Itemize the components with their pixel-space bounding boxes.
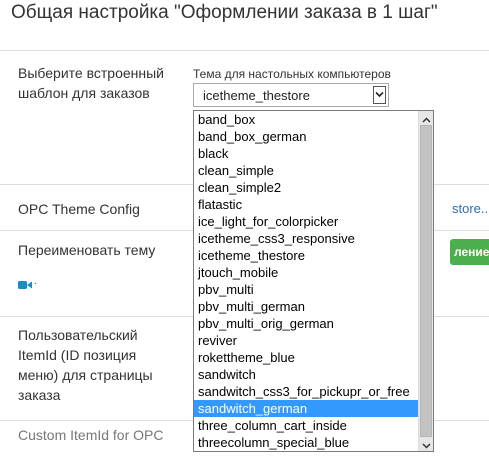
custom-itemid-opc-label: Custom ItemId for OPC	[18, 427, 164, 443]
dropdown-option[interactable]: pbv_multi	[194, 281, 419, 298]
dropdown-option[interactable]: flatastic	[194, 196, 419, 213]
rename-theme-label: Переименовать тему	[18, 242, 156, 258]
dropdown-option[interactable]: sandwitch	[194, 366, 419, 383]
dropdown-option[interactable]: pbv_multi_german	[194, 298, 419, 315]
dropdown-option[interactable]: reviver	[194, 332, 419, 349]
template-label: Выберите встроенный шаблон для заказов	[18, 63, 164, 103]
dropdown-option[interactable]: icetheme_css3_responsive	[194, 230, 419, 247]
theme-options: band_box band_box_german black clean_simple…	[194, 111, 419, 451]
dropdown-option[interactable]: clean_simple2	[194, 179, 419, 196]
page-title: Общая настройка "Оформлении заказа в 1 ш…	[11, 2, 438, 23]
custom-itemid-label-line1: Пользовательский	[18, 327, 138, 343]
custom-itemid-label-line4: заказа	[18, 387, 61, 403]
theme-select-value: icetheme_thestore	[203, 88, 310, 103]
custom-itemid-label: Пользовательский ItemId (ID позиция меню…	[18, 325, 153, 405]
dropdown-option[interactable]: threecolumn_special_blue	[194, 434, 419, 451]
dropdown-option[interactable]: rokettheme_blue	[194, 349, 419, 366]
scroll-down-icon[interactable]	[421, 438, 432, 449]
template-label-line1: Выберите встроенный	[18, 65, 164, 81]
video-caption-dot: .	[34, 276, 37, 287]
dropdown-option[interactable]: ice_light_for_colorpicker	[194, 213, 419, 230]
dropdown-option[interactable]: band_box	[194, 111, 419, 128]
rename-button[interactable]: лением	[450, 239, 489, 265]
theme-select-label: Тема для настольных компьютеров	[193, 67, 391, 81]
video-camera-icon[interactable]	[18, 277, 32, 289]
dropdown-option[interactable]: sandwitch_css3_for_pickupr_or_free	[194, 383, 419, 400]
custom-itemid-label-line3: меню) для страницы	[18, 367, 153, 383]
chevron-down-icon[interactable]	[373, 86, 386, 104]
custom-itemid-label-line2: ItemId (ID позиция	[18, 347, 137, 363]
dropdown-option[interactable]: jtouch_mobile	[194, 264, 419, 281]
template-label-line2: шаблон для заказов	[18, 85, 150, 101]
theme-select[interactable]: icetheme_thestore	[193, 83, 389, 107]
dropdown-scrollbar[interactable]	[418, 111, 433, 451]
opc-theme-config-label: OPC Theme Config	[18, 201, 140, 217]
dropdown-option[interactable]: pbv_multi_orig_german	[194, 315, 419, 332]
dropdown-option[interactable]: band_box_german	[194, 128, 419, 145]
dropdown-option[interactable]: black	[194, 145, 419, 162]
scroll-up-icon[interactable]	[421, 113, 432, 124]
theme-dropdown-list[interactable]: band_box band_box_german black clean_simple…	[193, 110, 434, 452]
scroll-thumb[interactable]	[420, 125, 432, 437]
dropdown-option[interactable]: sandwitch_german	[194, 400, 419, 417]
opc-theme-config-link[interactable]: store...	[452, 201, 489, 216]
dropdown-option[interactable]: clean_simple	[194, 162, 419, 179]
dropdown-option[interactable]: icetheme_thestore	[194, 247, 419, 264]
dropdown-option[interactable]: three_column_cart_inside	[194, 417, 419, 434]
